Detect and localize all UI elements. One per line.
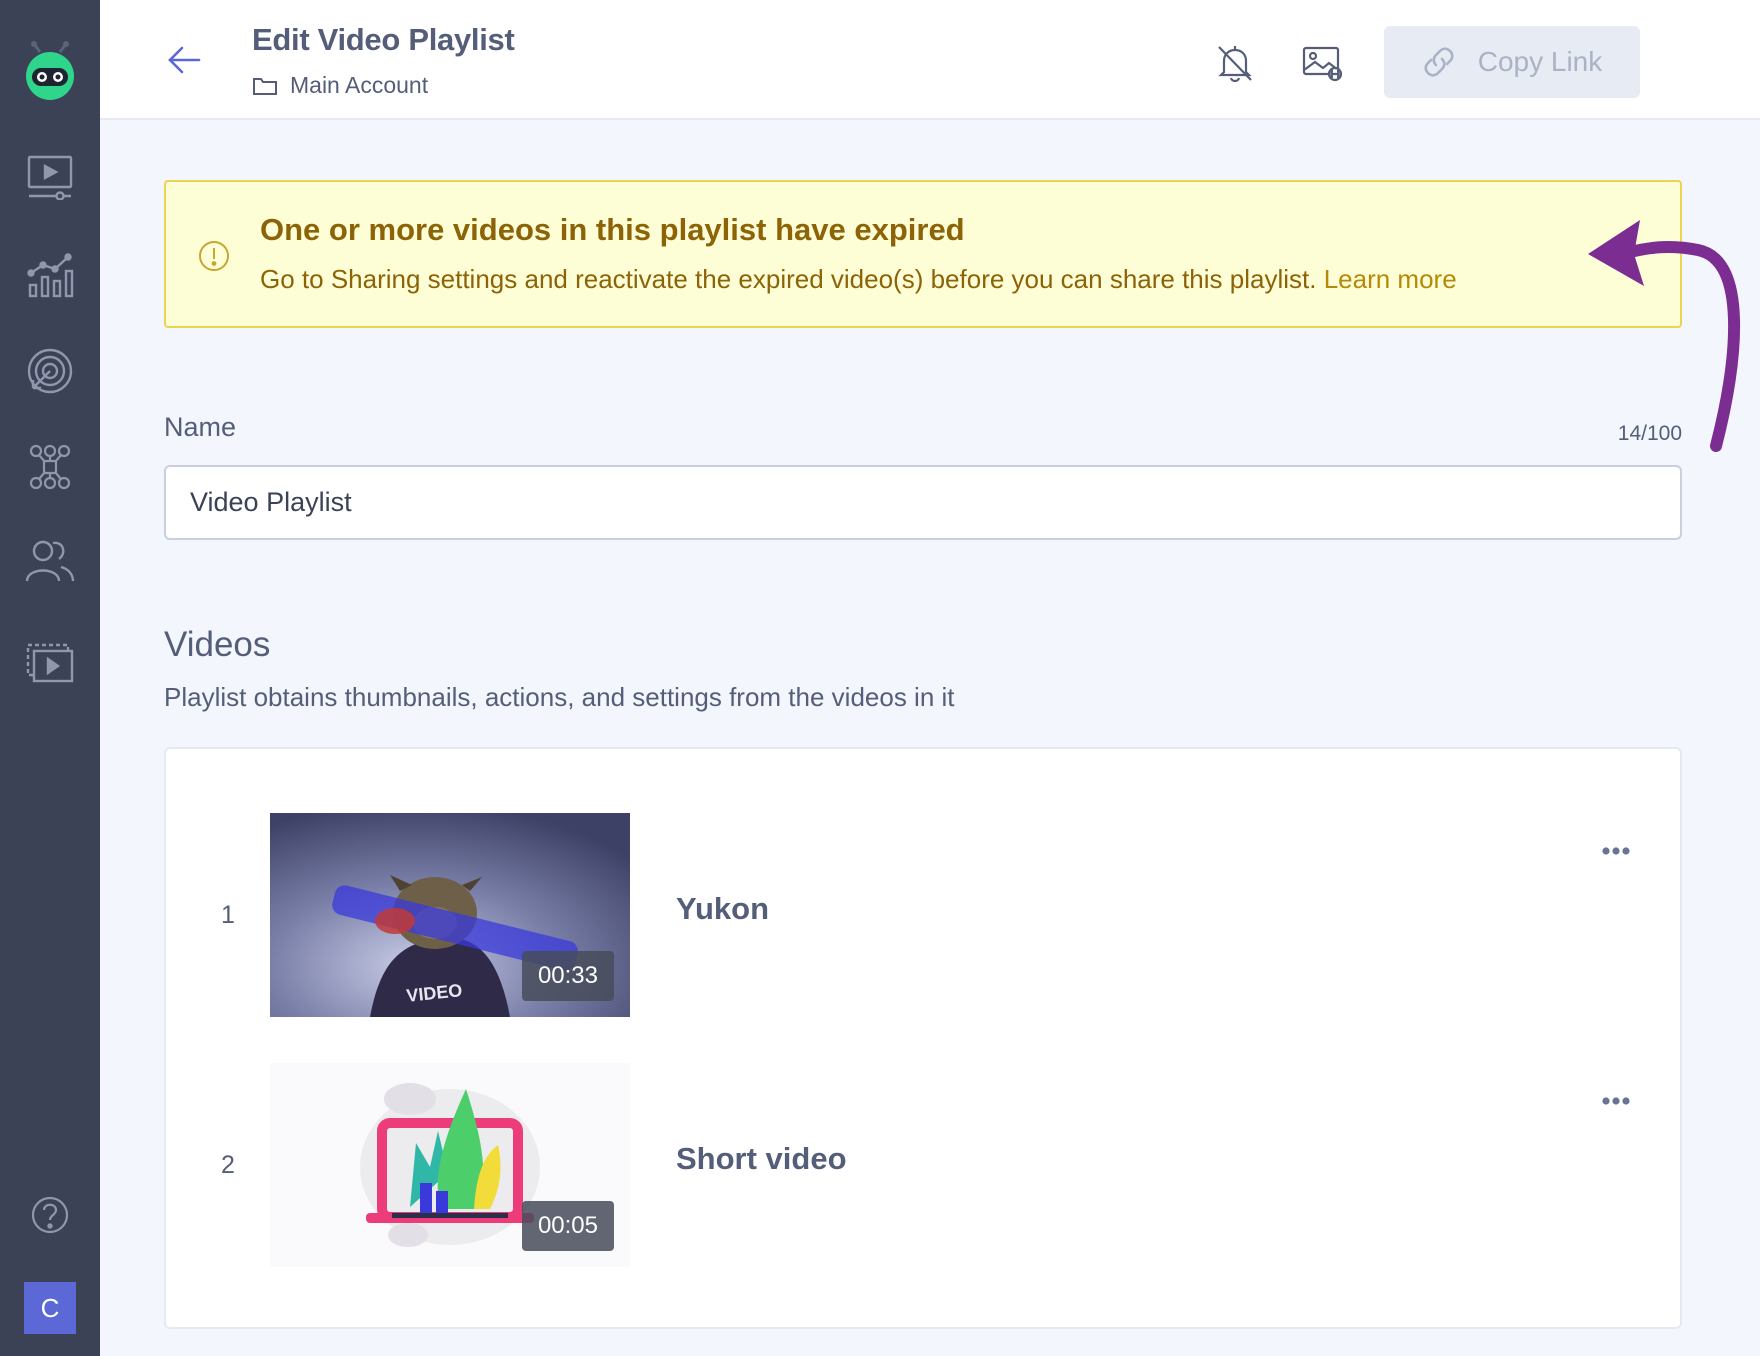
page-title: Edit Video Playlist <box>252 22 515 57</box>
video-duration: 00:33 <box>521 951 614 1001</box>
learn-more-link[interactable]: Learn more <box>1324 264 1457 294</box>
video-list: 1 VIDEO 00:33 Yukon 2 00:05 Short video <box>164 747 1682 1329</box>
playlists-icon[interactable] <box>25 638 75 688</box>
contacts-icon[interactable] <box>25 536 75 586</box>
video-more-icon[interactable] <box>1596 1089 1636 1113</box>
sidebar: C <box>0 0 100 1356</box>
copy-link-label: Copy Link <box>1477 46 1603 77</box>
breadcrumb-label: Main Account <box>290 72 429 98</box>
video-index: 2 <box>221 1151 235 1179</box>
video-list-item[interactable]: 1 VIDEO 00:33 Yukon <box>166 813 1680 1017</box>
videos-section-subtitle: Playlist obtains thumbnails, actions, an… <box>164 682 955 712</box>
warning-icon <box>198 240 230 272</box>
breadcrumb[interactable]: Main Account <box>252 72 428 99</box>
thumbnail-link-icon[interactable] <box>1298 38 1348 88</box>
alert-message: Go to Sharing settings and reactivate th… <box>260 264 1317 294</box>
video-duration: 00:05 <box>521 1201 614 1251</box>
video-list-item[interactable]: 2 00:05 Short video <box>166 1063 1680 1267</box>
video-title[interactable]: Yukon <box>676 891 769 927</box>
video-title[interactable]: Short video <box>676 1141 847 1177</box>
analytics-icon[interactable] <box>25 250 75 300</box>
copy-link-button[interactable]: Copy Link <box>1384 26 1640 98</box>
back-arrow-icon[interactable] <box>162 38 206 82</box>
logo-icon[interactable] <box>22 40 78 102</box>
videos-section-title: Videos <box>164 625 271 664</box>
alert-message-row: Go to Sharing settings and reactivate th… <box>260 264 1457 295</box>
playlist-name-input[interactable] <box>164 465 1682 540</box>
expired-alert: One or more videos in this playlist have… <box>164 180 1682 328</box>
name-label: Name <box>164 412 237 442</box>
alert-title: One or more videos in this playlist have… <box>260 212 965 247</box>
videos-icon[interactable] <box>25 152 75 202</box>
video-more-icon[interactable] <box>1596 839 1636 863</box>
bell-off-icon[interactable] <box>1210 38 1260 88</box>
link-icon <box>1424 47 1454 77</box>
folder-icon <box>253 77 277 95</box>
engagement-icon[interactable] <box>25 346 75 396</box>
integrations-icon[interactable] <box>25 442 75 492</box>
video-thumbnail[interactable]: VIDEO 00:33 <box>270 813 630 1017</box>
user-avatar[interactable]: C <box>24 1282 76 1334</box>
help-icon[interactable] <box>25 1190 75 1240</box>
page-header: Edit Video Playlist Main Account Copy Li… <box>100 0 1760 120</box>
name-char-counter: 14/100 <box>1617 422 1682 445</box>
video-thumbnail[interactable]: 00:05 <box>270 1063 630 1267</box>
video-index: 1 <box>221 901 235 929</box>
